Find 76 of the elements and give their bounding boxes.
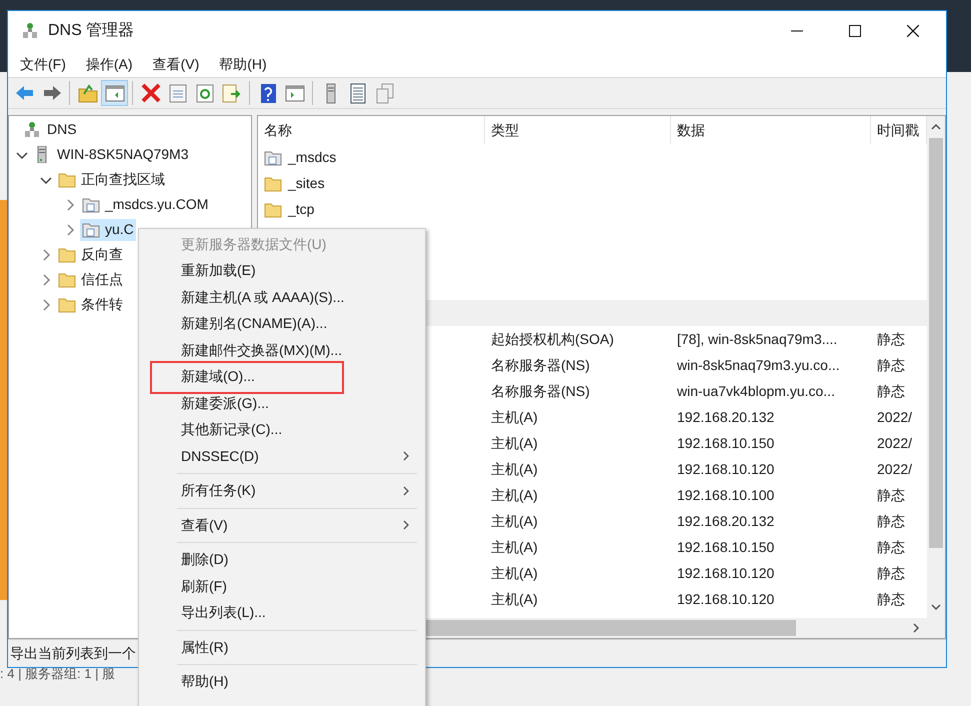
folder-icon bbox=[58, 296, 76, 313]
tree-item[interactable]: 反向查 bbox=[56, 244, 125, 266]
table-cell: 主机(A) bbox=[491, 434, 538, 450]
table-cell: 静态 bbox=[877, 564, 905, 580]
table-cell: 静态 bbox=[877, 382, 905, 398]
context-menu-item[interactable]: 新建主机(A 或 AAAA)(S)... bbox=[139, 284, 425, 310]
table-cell: 起始授权机构(SOA) bbox=[491, 330, 614, 346]
folder-icon bbox=[58, 246, 76, 263]
tree-item[interactable]: DNS bbox=[22, 118, 79, 140]
table-cell: 主机(A) bbox=[491, 538, 538, 554]
table-cell: 2022/ bbox=[877, 434, 912, 450]
table-cell: 192.168.10.120 bbox=[677, 590, 774, 606]
table-cell: 主机(A) bbox=[491, 408, 538, 424]
table-cell: 主机(A) bbox=[491, 512, 538, 528]
tree-item[interactable]: yu.C bbox=[80, 218, 136, 240]
tree-item[interactable]: WIN-8SK5NAQ79M3 bbox=[32, 144, 190, 166]
table-cell-text: _msdcs bbox=[288, 148, 336, 167]
table-cell: win-8sk5naq79m3.yu.co... bbox=[677, 356, 840, 372]
context-menu-item[interactable]: 重新加载(E) bbox=[139, 258, 425, 284]
table-cell: 静态 bbox=[877, 486, 905, 502]
table-cell: 静态 bbox=[877, 356, 905, 372]
table-cell: 静态 bbox=[877, 512, 905, 528]
tree-item[interactable]: 正向查找区域 bbox=[56, 168, 167, 190]
menu-item[interactable]: 文件(F) bbox=[13, 54, 73, 74]
delete-icon bbox=[140, 82, 162, 104]
window-title: DNS 管理器 bbox=[48, 21, 134, 41]
table-cell: 192.168.20.132 bbox=[677, 512, 774, 528]
folder-up-icon bbox=[76, 82, 98, 104]
tree-item[interactable]: _msdcs.yu.COM bbox=[80, 194, 210, 216]
table-cell: 名称服务器(NS) bbox=[491, 356, 590, 372]
export-icon bbox=[220, 82, 242, 104]
table-cell: 主机(A) bbox=[491, 590, 538, 606]
table-cell: 2022/ bbox=[877, 460, 912, 476]
table-cell: 192.168.10.120 bbox=[677, 460, 774, 476]
table-cell: win-ua7vk4blopm.yu.co... bbox=[677, 382, 835, 398]
properties-icon bbox=[166, 82, 188, 104]
folder-icon bbox=[264, 200, 282, 218]
copy-icon bbox=[374, 82, 396, 104]
folder-icon bbox=[58, 271, 76, 288]
dns-server-icon bbox=[24, 121, 42, 138]
table-cell: 静态 bbox=[877, 538, 905, 554]
zone-folder-icon bbox=[82, 221, 100, 238]
toolbar-button[interactable] bbox=[101, 80, 128, 106]
table-cell: 192.168.10.150 bbox=[677, 538, 774, 554]
table-cell: 192.168.10.120 bbox=[677, 564, 774, 580]
zone-folder-icon bbox=[264, 148, 282, 166]
menu-item[interactable]: 查看(V) bbox=[146, 54, 206, 74]
table-cell: [78], win-8sk5naq79m3.... bbox=[677, 330, 838, 346]
context-menu-item[interactable]: 属性(R) bbox=[139, 634, 425, 660]
table-cell: 主机(A) bbox=[491, 564, 538, 580]
table-cell: 192.168.10.150 bbox=[677, 434, 774, 450]
table-cell: 名称服务器(NS) bbox=[491, 382, 590, 398]
context-menu-item[interactable]: 帮助(H) bbox=[139, 668, 425, 695]
scrollbar-thumb[interactable] bbox=[929, 138, 943, 548]
maximize-icon bbox=[849, 25, 861, 37]
dns-app-icon bbox=[22, 22, 40, 40]
menu-item[interactable]: 操作(A) bbox=[78, 54, 140, 74]
tree-item[interactable]: 条件转 bbox=[56, 294, 125, 316]
table-cell: 192.168.20.132 bbox=[677, 408, 774, 424]
table-cell-text: _tcp bbox=[288, 200, 314, 219]
menu-item[interactable]: 帮助(H) bbox=[212, 54, 274, 74]
table-cell: 静态 bbox=[877, 330, 905, 346]
folder-icon bbox=[58, 171, 76, 188]
table-cell: 主机(A) bbox=[491, 460, 538, 476]
status-bar-text: 导出当前列表到一个 bbox=[9, 644, 136, 663]
folder-icon bbox=[264, 174, 282, 192]
table-cell: 静态 bbox=[877, 590, 905, 606]
table-cell: 192.168.10.100 bbox=[677, 486, 774, 502]
tree-item[interactable]: 信任点 bbox=[56, 268, 125, 290]
zone-folder-icon bbox=[82, 196, 100, 213]
table-cell: 2022/ bbox=[877, 408, 912, 424]
close-icon bbox=[907, 25, 919, 37]
vertical-scrollbar[interactable] bbox=[927, 116, 945, 618]
table-cell-text: _sites bbox=[288, 174, 325, 193]
table-cell: 主机(A) bbox=[491, 486, 538, 502]
refresh-icon bbox=[194, 82, 216, 104]
